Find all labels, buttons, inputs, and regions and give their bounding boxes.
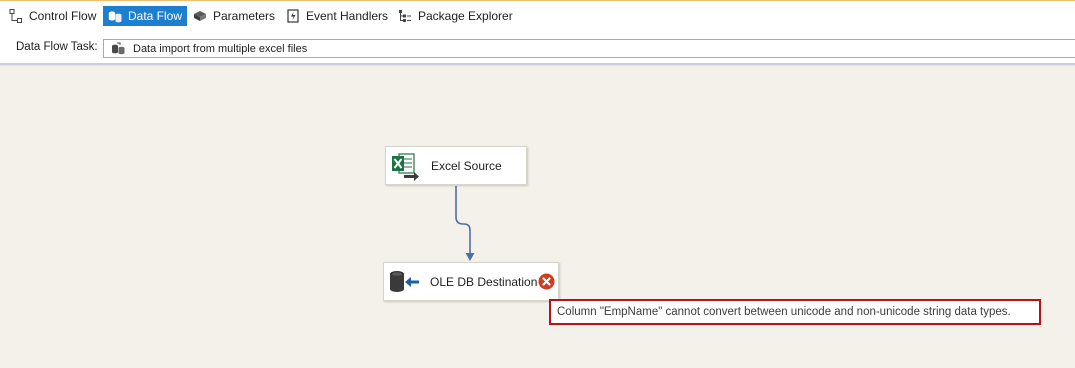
data-flow-task-label: Data Flow Task: — [16, 41, 98, 53]
tab-label: Data Flow — [128, 9, 183, 23]
data-flow-design-surface[interactable]: Excel Source OLE DB Destination Column "… — [0, 66, 1075, 368]
data-flow-task-row: Data Flow Task: Data import from multipl… — [0, 36, 1075, 60]
excel-source-component[interactable]: Excel Source — [385, 146, 527, 185]
tab-label: Package Explorer — [418, 9, 513, 23]
excel-source-icon — [390, 151, 420, 181]
ole-db-destination-label: OLE DB Destination — [430, 274, 538, 289]
tab-label: Parameters — [213, 9, 276, 23]
error-icon[interactable] — [538, 273, 555, 290]
tab-data-flow[interactable]: Data Flow — [103, 6, 187, 26]
connector-arrowhead — [465, 253, 475, 261]
tab-event-handlers[interactable]: Event Handlers — [281, 6, 392, 26]
data-flow-icon — [107, 8, 123, 24]
event-handlers-icon — [285, 8, 301, 24]
excel-source-label: Excel Source — [431, 158, 502, 173]
tab-control-flow[interactable]: Control Flow — [4, 6, 100, 26]
tab-parameters[interactable]: Parameters — [188, 6, 279, 26]
tab-label: Event Handlers — [306, 9, 389, 23]
ole-db-destination-component[interactable]: OLE DB Destination — [383, 262, 559, 301]
error-tooltip: Column "EmpName" cannot convert between … — [549, 299, 1041, 325]
error-tooltip-text: Column "EmpName" cannot convert between … — [557, 306, 1011, 318]
data-flow-task-icon — [110, 42, 126, 56]
ole-db-destination-icon — [388, 267, 420, 297]
tab-label: Control Flow — [29, 9, 97, 23]
data-flow-task-value: Data import from multiple excel files — [133, 42, 308, 55]
control-flow-icon — [8, 8, 24, 24]
data-flow-task-dropdown[interactable]: Data import from multiple excel files — [103, 39, 1075, 58]
package-explorer-icon — [397, 8, 413, 24]
designer-tab-bar: Control Flow Data Flow Parameters Event … — [0, 1, 1075, 30]
tab-package-explorer[interactable]: Package Explorer — [393, 6, 517, 26]
parameters-icon — [192, 8, 208, 24]
